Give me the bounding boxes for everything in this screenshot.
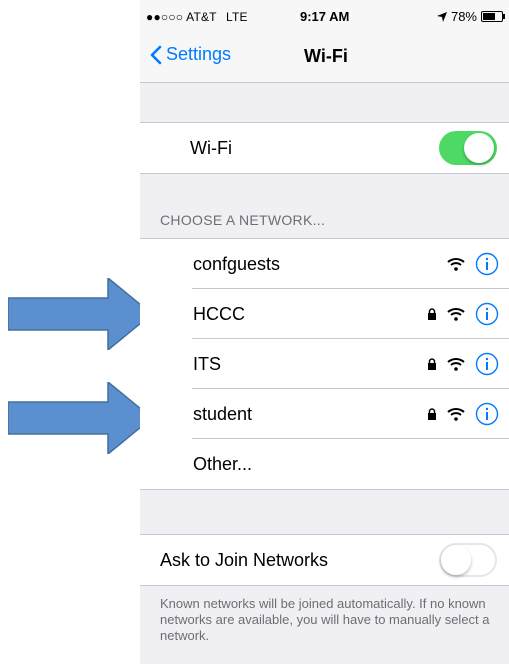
lock-icon	[427, 408, 437, 420]
ask-join-label: Ask to Join Networks	[160, 549, 329, 570]
wifi-toggle-group: Wi-Fi	[140, 122, 509, 174]
annotation-arrow-hccc	[8, 278, 153, 350]
ask-join-footer: Known networks will be joined automatica…	[160, 596, 490, 643]
switch-knob	[464, 133, 494, 163]
back-button[interactable]: Settings	[150, 44, 231, 65]
wifi-signal-icon	[447, 357, 465, 371]
lock-icon	[427, 358, 437, 370]
status-right: 78%	[436, 9, 505, 24]
switch-knob	[441, 545, 471, 575]
network-name: ITS	[193, 353, 222, 374]
wifi-label: Wi-Fi	[190, 137, 232, 158]
battery-icon	[481, 11, 505, 22]
info-icon[interactable]	[475, 302, 499, 326]
status-time: 9:17 AM	[300, 9, 350, 24]
other-network-label: Other...	[193, 453, 253, 474]
back-label: Settings	[166, 44, 232, 64]
info-icon[interactable]	[475, 402, 499, 426]
network-list: confguests HCCC ITS student Other...	[140, 238, 509, 490]
network-row-its[interactable]: ITS	[140, 339, 509, 389]
ask-join-switch[interactable]	[439, 543, 497, 577]
wifi-signal-icon	[447, 307, 465, 321]
battery-percent: 78%	[450, 9, 477, 24]
annotation-arrow-student	[8, 382, 153, 454]
phone-screen: ●●○○○ AT&T LTE 9:17 AM 78% Settings Wi-F…	[140, 0, 509, 664]
network-row-confguests[interactable]: confguests	[140, 239, 509, 289]
page-title: Wi-Fi	[304, 46, 348, 66]
ask-join-row: Ask to Join Networks	[140, 535, 509, 585]
info-icon[interactable]	[475, 352, 499, 376]
carrier-name: AT&T	[186, 10, 217, 24]
wifi-signal-icon	[447, 257, 465, 271]
navigation-bar: Settings Wi-Fi	[140, 36, 509, 83]
wifi-toggle-row: Wi-Fi	[140, 123, 509, 173]
wifi-signal-icon	[447, 407, 465, 421]
chevron-left-icon	[150, 45, 162, 64]
signal-dots-icon: ●●○○○	[146, 10, 184, 24]
info-icon[interactable]	[475, 252, 499, 276]
location-icon	[436, 11, 447, 22]
lock-icon	[427, 308, 437, 320]
network-name: HCCC	[193, 303, 245, 324]
carrier-info: ●●○○○ AT&T LTE	[146, 10, 248, 24]
wifi-switch[interactable]	[439, 131, 497, 165]
status-bar: ●●○○○ AT&T LTE 9:17 AM 78%	[140, 0, 509, 36]
networks-section-header: CHOOSE A NETWORK...	[160, 212, 326, 228]
network-row-hccc[interactable]: HCCC	[140, 289, 509, 339]
network-name: student	[193, 403, 253, 424]
network-row-student[interactable]: student	[140, 389, 509, 439]
ask-join-group: Ask to Join Networks	[140, 534, 509, 586]
network-type: LTE	[226, 10, 248, 24]
network-name: confguests	[193, 253, 281, 274]
network-row-other[interactable]: Other...	[140, 439, 509, 489]
